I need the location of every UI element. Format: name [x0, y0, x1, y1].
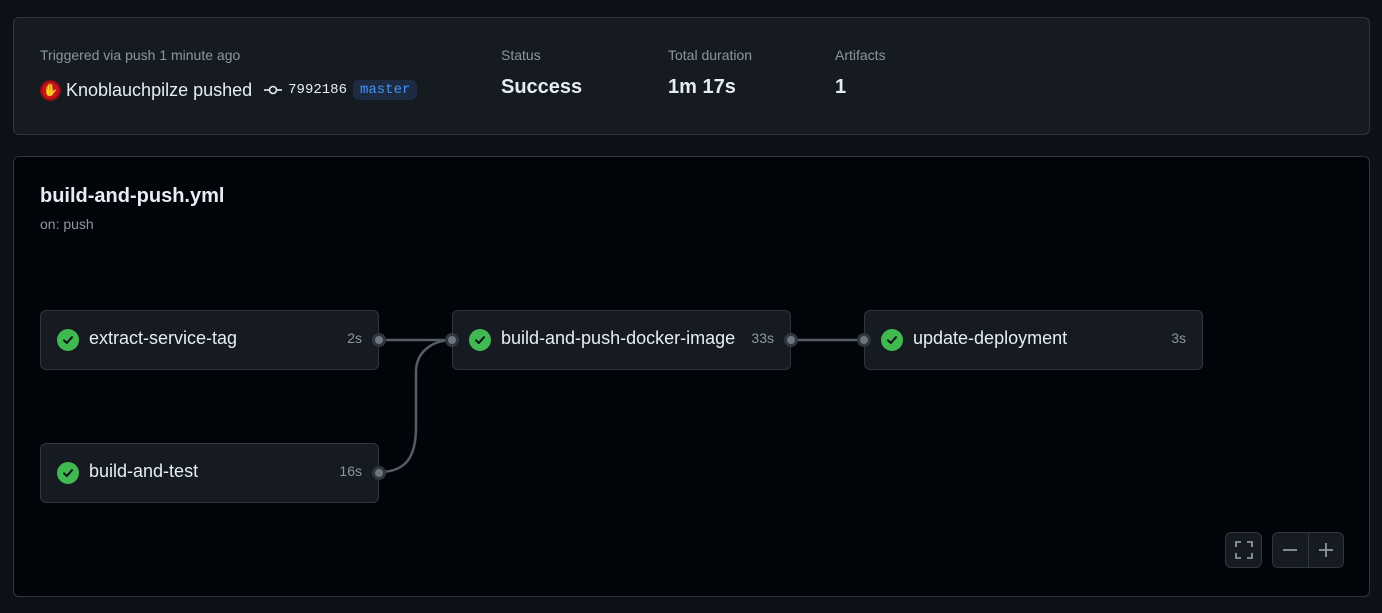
edge-test-to-docker [378, 338, 454, 474]
trigger-details: ✋ Knoblauchpilze pushed 7992186 master [40, 78, 418, 102]
artifacts-label: Artifacts [835, 47, 886, 63]
zoom-out-button[interactable] [1273, 533, 1308, 567]
input-port [445, 333, 459, 347]
avatar[interactable]: ✋ [40, 79, 61, 101]
job-name: update-deployment [913, 328, 1068, 348]
workflow-graph: build-and-push.yml on: push extract-serv… [13, 156, 1370, 597]
job-build-and-test[interactable]: build-and-test 16s [40, 443, 386, 503]
run-summary: Triggered via push 1 minute ago ✋ Knobla… [13, 17, 1370, 135]
job-name: build-and-push-docker-image [501, 328, 736, 348]
output-port [372, 466, 386, 480]
zoom-in-button[interactable] [1308, 533, 1343, 567]
commit-icon [264, 85, 283, 95]
trigger-label: Triggered via push 1 minute ago [40, 47, 241, 63]
status-stat: Status Success [501, 47, 582, 99]
duration-label: Total duration [668, 47, 753, 63]
success-check-icon [57, 462, 79, 484]
input-port [857, 333, 871, 347]
duration-stat: Total duration 1m 17s [668, 47, 752, 99]
job-duration: 16s [339, 463, 362, 479]
job-duration: 33s [751, 330, 774, 346]
branch-badge[interactable]: master [352, 80, 418, 100]
success-check-icon [469, 329, 491, 351]
zoom-controls [1272, 532, 1344, 568]
plus-icon [1318, 543, 1333, 557]
job-duration: 3s [1171, 330, 1186, 346]
job-build-and-push-docker-image[interactable]: build-and-push-docker-image 33s [445, 310, 798, 370]
output-port [372, 333, 386, 347]
job-update-deployment[interactable]: update-deployment 3s [857, 310, 1203, 370]
job-duration: 2s [347, 330, 362, 346]
job-extract-service-tag[interactable]: extract-service-tag 2s [40, 310, 386, 370]
fullscreen-button[interactable] [1225, 532, 1262, 568]
job-name: build-and-test [89, 461, 199, 481]
output-port [784, 333, 798, 347]
status-label: Status [501, 47, 541, 63]
job-name: extract-service-tag [89, 328, 238, 348]
status-value: Success [501, 76, 583, 98]
actor-name[interactable]: Knoblauchpilze pushed [66, 80, 252, 101]
fullscreen-icon [1234, 541, 1253, 559]
minus-icon [1283, 549, 1298, 551]
duration-value: 1m 17s [668, 76, 736, 98]
job-dependency-edges [378, 338, 865, 474]
hand-stop-icon: ✋ [43, 83, 58, 97]
artifacts-stat: Artifacts 1 [835, 47, 886, 99]
success-check-icon [57, 329, 79, 351]
success-check-icon [881, 329, 903, 351]
artifacts-value[interactable]: 1 [835, 76, 886, 99]
commit-sha[interactable]: 7992186 [288, 82, 347, 98]
